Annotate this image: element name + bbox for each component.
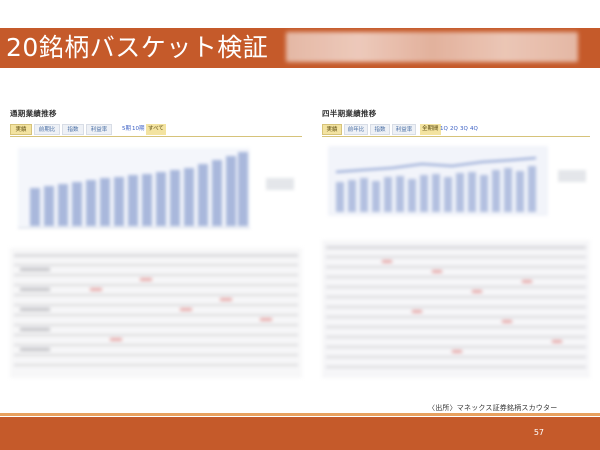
quarter-1q[interactable]: 1Q <box>440 124 448 135</box>
data-table-icon <box>10 248 302 378</box>
slide-title: 20銘柄バスケット検証 <box>6 33 269 62</box>
tab-margin[interactable]: 利益率 <box>392 124 416 135</box>
bar-chart-icon <box>328 146 586 216</box>
tab-yoy[interactable]: 前期比 <box>34 124 60 135</box>
panel-title: 四半期業績推移 <box>322 109 377 118</box>
tab-yoy[interactable]: 前年比 <box>344 124 368 135</box>
range-10-periods[interactable]: 10期 <box>132 124 145 135</box>
footer-accent-line <box>0 413 600 416</box>
panel-title: 通期業績推移 <box>10 109 57 118</box>
tab-bar: 実績 前年比 指数 利益率 全期間 1Q 2Q 3Q 4Q <box>322 124 590 137</box>
quarter-2q[interactable]: 2Q <box>450 124 458 135</box>
data-table-icon <box>322 240 590 378</box>
tab-margin[interactable]: 利益率 <box>86 124 112 135</box>
footer-bar: 57 <box>0 417 600 450</box>
tab-index[interactable]: 指数 <box>370 124 390 135</box>
title-bar: 20銘柄バスケット検証 <box>0 28 600 68</box>
source-note: 〈出所〉マネックス証券銘柄スカウター <box>428 404 558 412</box>
bar-chart-icon <box>18 148 294 229</box>
annual-results-panel: 通期業績推移 実績 前期比 指数 利益率 5期 10期 すべて <box>10 98 302 378</box>
quarterly-results-panel: 四半期業績推移 実績 前年比 指数 利益率 全期間 1Q 2Q 3Q 4Q <box>322 98 590 378</box>
range-5-periods[interactable]: 5期 <box>122 124 131 135</box>
quarter-all[interactable]: 全期間 <box>420 124 441 135</box>
tab-results[interactable]: 実績 <box>10 124 32 135</box>
tab-index[interactable]: 指数 <box>62 124 84 135</box>
blurred-title-region <box>286 32 578 62</box>
tab-bar: 実績 前期比 指数 利益率 5期 10期 すべて <box>10 124 302 137</box>
quarter-4q[interactable]: 4Q <box>470 124 478 135</box>
quarter-3q[interactable]: 3Q <box>460 124 468 135</box>
range-all[interactable]: すべて <box>146 124 166 135</box>
tab-results[interactable]: 実績 <box>322 124 342 135</box>
page-number: 57 <box>533 428 544 437</box>
